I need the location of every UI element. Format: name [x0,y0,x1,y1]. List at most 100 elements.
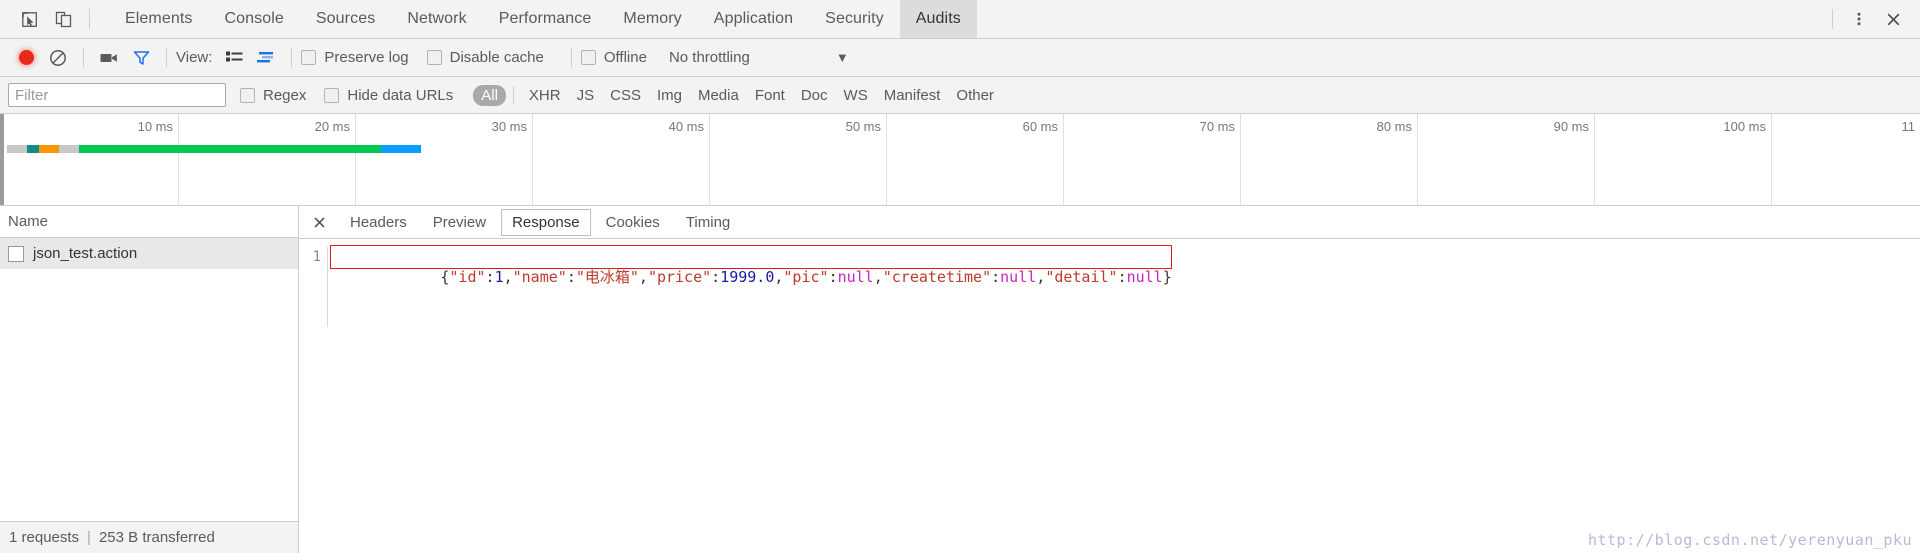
tab-audits[interactable]: Audits [899,0,977,38]
tab-memory[interactable]: Memory [607,0,697,38]
device-toolbar-icon[interactable] [46,0,80,38]
json-token-13: "pic" [783,268,829,286]
timeline-tick-10ms-label: 10 ms [137,119,173,134]
request-list-header: Name [0,206,298,238]
tab-console[interactable]: Console [209,0,300,38]
json-token-6: : [566,268,576,286]
search-input[interactable] [8,83,226,107]
offline-checkbox[interactable]: Offline [580,49,661,66]
tab-performance[interactable]: Performance [483,0,608,38]
filter-type-xhr-label: XHR [528,86,561,104]
close-icon[interactable] [1876,0,1910,38]
tab-headers[interactable]: Headers [339,209,418,236]
disable-cache-label: Disable cache [449,49,544,66]
disable-cache-checkbox[interactable]: Disable cache [426,49,558,66]
overview-request-bar [7,145,421,153]
filter-type-font-label: Font [754,86,785,104]
filter-type-manifest-label: Manifest [883,86,941,104]
network-overview-timeline[interactable]: 10 ms 20 ms 30 ms 40 ms 50 ms 60 ms 70 m… [0,114,1920,206]
tab-preview-label: Preview [432,213,487,231]
record-button-icon[interactable] [10,43,42,73]
filter-type-media-label: Media [697,86,739,104]
line-number: 1 [312,249,321,265]
timeline-tick-90ms: 90 ms [1418,114,1595,205]
offline-checkbox-box[interactable] [580,50,596,65]
tab-console-label: Console [224,10,284,27]
inspect-cursor-icon[interactable] [12,0,46,38]
waterfall-segment-connection [59,145,79,153]
preserve-log-checkbox-box[interactable] [301,50,317,65]
timeline-tick-70ms-label: 70 ms [1199,119,1235,134]
hide-data-urls-checkbox[interactable]: Hide data URLs [324,87,467,104]
json-token-5: "name" [512,268,567,286]
response-json-text[interactable]: {"id":1,"name":"电冰箱","price":1999.0,"pic… [328,245,1176,327]
regex-checkbox[interactable]: Regex [240,87,320,104]
regex-checkbox-box[interactable] [240,87,255,103]
waterfall-view-icon[interactable] [250,43,282,73]
kebab-menu-icon[interactable] [1842,0,1876,38]
tab-response[interactable]: Response [501,208,591,236]
tab-security-label: Security [825,10,884,27]
tab-timing-label: Timing [685,213,731,231]
json-token-8: , [638,268,648,286]
request-name: json_test.action [33,245,138,262]
tab-network[interactable]: Network [391,0,482,38]
chevron-down-icon[interactable]: ▼ [836,50,849,65]
code-line-1: 1 {"id":1,"name":"电冰箱","price":1999.0,"p… [299,239,1920,327]
filter-type-js[interactable]: JS [569,85,603,106]
preserve-log-checkbox[interactable]: Preserve log [301,49,422,66]
filter-type-other-label: Other [956,86,994,104]
tab-response-label: Response [512,213,580,231]
list-view-icon[interactable] [218,43,250,73]
network-controls-toolbar: View: Preserve log Disable cache Offline… [0,39,1920,77]
timeline-tick-100ms-label: 100 ms [1723,119,1766,134]
json-token-20: , [1036,268,1046,286]
json-token-14: : [828,268,838,286]
filter-type-manifest[interactable]: Manifest [876,85,949,106]
filter-type-other[interactable]: Other [948,85,1002,106]
tab-application[interactable]: Application [698,0,809,38]
tab-sources[interactable]: Sources [300,0,391,38]
filter-type-js-label: JS [576,86,595,104]
tab-elements-label: Elements [125,10,193,27]
timeline-tick-20ms: 20 ms [179,114,356,205]
filter-type-ws[interactable]: WS [836,85,876,106]
table-row[interactable]: json_test.action [0,238,298,269]
waterfall-segment-queueing [7,145,27,153]
overview-range-handle[interactable] [0,114,4,205]
response-body-viewer[interactable]: 1 {"id":1,"name":"电冰箱","price":1999.0,"p… [299,239,1920,553]
filter-type-css[interactable]: CSS [602,85,649,106]
requests-count: 1 requests [9,529,80,546]
json-token-15: null [837,268,874,286]
timeline-tick-60ms-label: 60 ms [1022,119,1058,134]
waterfall-segment-waiting [79,145,381,153]
network-status-bar: 1 requests | 253 B transferred [0,521,298,553]
tab-preview[interactable]: Preview [422,209,497,236]
filter-type-media[interactable]: Media [690,85,747,106]
filter-funnel-icon[interactable] [125,43,157,73]
tab-sources-label: Sources [315,10,376,27]
clear-icon[interactable] [42,43,74,73]
tab-elements[interactable]: Elements [109,0,209,38]
waterfall-segment-dns [39,145,59,153]
camera-icon[interactable] [93,43,125,73]
hide-data-urls-checkbox-box[interactable] [324,87,340,103]
filter-type-img[interactable]: Img [649,85,690,106]
panel-tab-list: Elements Console Sources Network Perform… [109,0,977,38]
tab-security[interactable]: Security [809,0,900,38]
throttling-select-value[interactable]: No throttling [669,49,750,66]
json-token-19: null [1000,268,1037,286]
filter-type-ws-label: WS [843,86,868,104]
filter-type-all[interactable]: All [473,84,506,106]
tab-cookies[interactable]: Cookies [595,209,671,236]
transferred-size: 253 B transferred [98,529,215,546]
filter-type-xhr[interactable]: XHR [521,85,569,106]
filter-type-img-label: Img [656,86,682,104]
filter-type-font[interactable]: Font [747,85,793,106]
filter-type-doc[interactable]: Doc [793,85,836,106]
timeline-tick-80ms-label: 80 ms [1376,119,1412,134]
close-icon[interactable] [307,210,331,234]
disable-cache-checkbox-box[interactable] [426,50,442,65]
view-label: View: [176,49,213,66]
tab-timing[interactable]: Timing [675,209,741,236]
